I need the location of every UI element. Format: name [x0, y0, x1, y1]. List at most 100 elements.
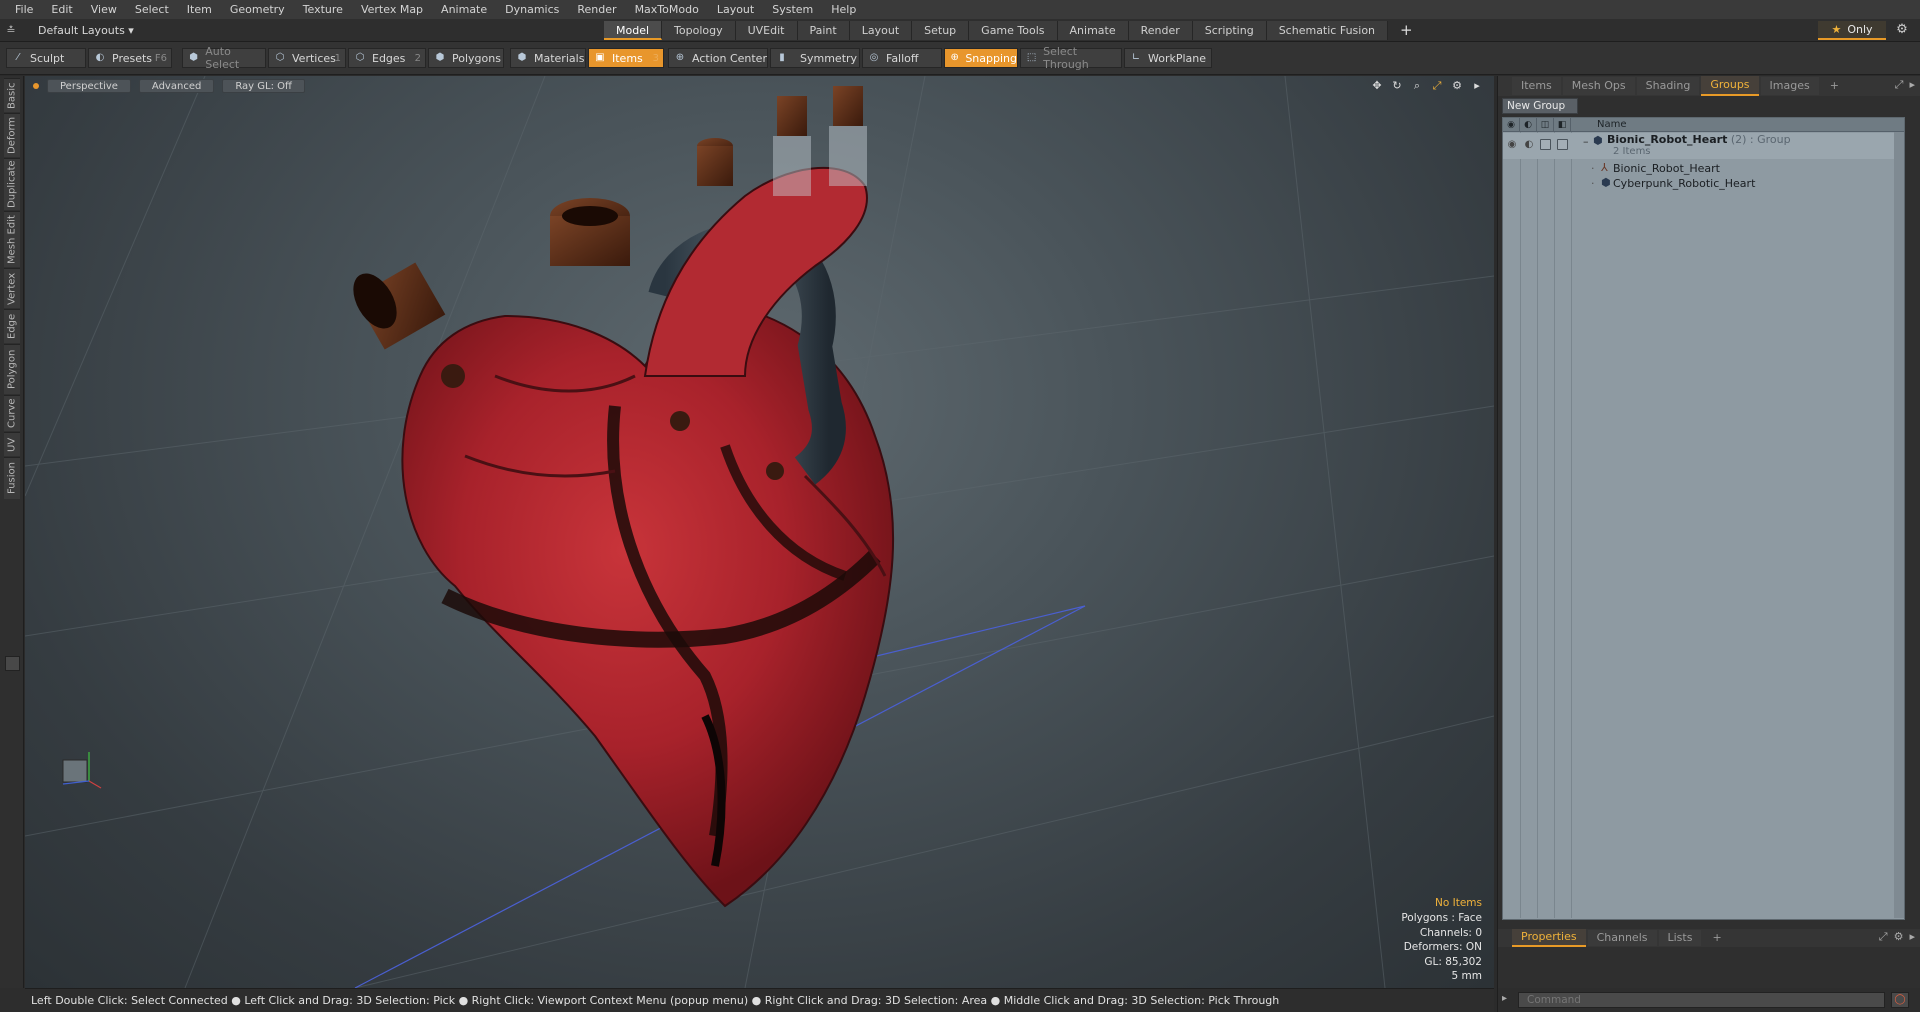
tab-animate[interactable]: Animate [1057, 21, 1129, 40]
tab-paint[interactable]: Paint [797, 21, 850, 40]
layouts-dropdown[interactable]: ≛ Default Layouts ▾ [4, 22, 133, 39]
tab-channels[interactable]: Channels [1587, 930, 1657, 946]
tab-items[interactable]: Items [1512, 77, 1561, 95]
gear-icon[interactable]: ⚙ [1894, 22, 1910, 38]
action-center-button[interactable]: ⊕ Action Center [668, 48, 768, 68]
pan-icon[interactable]: ✥ [1370, 79, 1384, 93]
group-row-child[interactable]: · ⅄ Bionic_Robot_Heart [1503, 161, 1904, 177]
menu-geometry[interactable]: Geometry [221, 0, 294, 19]
panel-arrow-icon[interactable]: ▸ [1909, 78, 1915, 92]
zoom-icon[interactable]: ⌕ [1410, 79, 1424, 93]
menu-system[interactable]: System [763, 0, 822, 19]
symmetry-button[interactable]: ▮ Symmetry [770, 48, 860, 68]
bottom-panel-expand-icon[interactable]: ⤢ [1879, 930, 1888, 944]
vtab-mesh-edit[interactable]: Mesh Edit [4, 211, 20, 267]
lock-column-icon[interactable]: ◫ [1537, 118, 1554, 132]
panel-toggle-button[interactable] [5, 656, 20, 671]
shading-dropdown[interactable]: Advanced [138, 79, 215, 93]
raygl-dropdown[interactable]: Ray GL: Off [222, 79, 305, 93]
viewport-expand-arrow-icon[interactable]: ▸ [1470, 79, 1484, 93]
command-history-arrow-icon[interactable]: ▸ [1502, 993, 1507, 1004]
menu-help[interactable]: Help [822, 0, 865, 19]
auto-select-button[interactable]: ⬢ Auto Select [182, 45, 266, 71]
items-button[interactable]: ▣ Items 3 [588, 48, 664, 68]
only-button[interactable]: ★ Only [1818, 21, 1886, 40]
groups-scrollbar[interactable] [1894, 132, 1904, 918]
vtab-basic[interactable]: Basic [4, 78, 20, 112]
collapse-toggle-icon[interactable]: – [1583, 135, 1589, 148]
menu-view[interactable]: View [82, 0, 126, 19]
tab-groups[interactable]: Groups [1701, 76, 1759, 96]
lock-checkbox[interactable] [1540, 139, 1551, 150]
tab-schematic-fusion[interactable]: Schematic Fusion [1266, 21, 1389, 40]
menu-vertex-map[interactable]: Vertex Map [352, 0, 432, 19]
vertices-button[interactable]: ⬡ Vertices 1 [268, 48, 346, 68]
name-column-header[interactable]: Name [1597, 118, 1627, 132]
menu-select[interactable]: Select [126, 0, 178, 19]
workplane-button[interactable]: ∟ WorkPlane [1124, 48, 1212, 68]
tab-model[interactable]: Model [604, 21, 663, 40]
menu-maxtomodo[interactable]: MaxToModo [626, 0, 708, 19]
visibility-eye-icon[interactable]: ◉ [1506, 140, 1518, 150]
tab-scripting[interactable]: Scripting [1192, 21, 1267, 40]
vtab-vertex[interactable]: Vertex [4, 268, 20, 308]
layout-switch-icon[interactable]: ≛ [4, 24, 18, 38]
polygons-button[interactable]: ⬢ Polygons [428, 48, 504, 68]
add-tab-plus-icon[interactable]: + [1388, 21, 1425, 40]
tab-game-tools[interactable]: Game Tools [969, 21, 1058, 40]
visibility-column-eye-icon[interactable]: ◉ [1503, 118, 1520, 132]
viewport-settings-icon[interactable]: ⚙ [1450, 79, 1464, 93]
select-checkbox[interactable] [1557, 139, 1568, 150]
tab-topology[interactable]: Topology [662, 21, 736, 40]
tab-render[interactable]: Render [1128, 21, 1193, 40]
viewport-options-dot-icon[interactable] [33, 83, 39, 89]
sculpt-button[interactable]: ⁄ Sculpt [6, 48, 86, 68]
panel-expand-icon[interactable]: ⤢ [1895, 78, 1904, 92]
menu-edit[interactable]: Edit [42, 0, 81, 19]
menu-file[interactable]: File [6, 0, 42, 19]
edges-button[interactable]: ⬡ Edges 2 [348, 48, 426, 68]
menu-animate[interactable]: Animate [432, 0, 496, 19]
group-row-parent[interactable]: ◉ ◐ – ⬢ Bionic_Robot_Heart (2) : Group 2… [1503, 133, 1904, 159]
menu-render[interactable]: Render [568, 0, 625, 19]
new-group-button[interactable]: New Group [1502, 98, 1578, 114]
tab-uvedit[interactable]: UVEdit [735, 21, 798, 40]
3d-viewport[interactable]: Perspective Advanced Ray GL: Off ✥ ↻ ⌕ ⤢… [25, 76, 1494, 988]
view-type-dropdown[interactable]: Perspective [47, 79, 131, 93]
vtab-duplicate[interactable]: Duplicate [4, 158, 20, 210]
select-column-icon[interactable]: ◧ [1554, 118, 1571, 132]
render-toggle-icon[interactable]: ◐ [1523, 140, 1535, 150]
presets-button[interactable]: ◐ Presets F6 [88, 48, 172, 68]
materials-button[interactable]: ⬢ Materials [510, 48, 586, 68]
menu-item[interactable]: Item [178, 0, 221, 19]
command-execute-icon[interactable]: ◯ [1891, 992, 1909, 1008]
add-panel-tab-plus-icon[interactable]: + [1821, 77, 1848, 95]
add-bottom-tab-plus-icon[interactable]: + [1703, 930, 1730, 946]
select-through-button[interactable]: ⬚ Select Through [1020, 45, 1122, 71]
fit-icon[interactable]: ⤢ [1430, 79, 1444, 93]
tab-layout[interactable]: Layout [849, 21, 913, 40]
command-input[interactable] [1518, 992, 1885, 1008]
menu-layout[interactable]: Layout [708, 0, 763, 19]
vtab-fusion[interactable]: Fusion [4, 457, 20, 499]
vtab-uv[interactable]: UV [4, 432, 20, 456]
rotate-icon[interactable]: ↻ [1390, 79, 1404, 93]
vtab-curve[interactable]: Curve [4, 395, 20, 431]
bottom-panel-arrow-icon[interactable]: ▸ [1909, 930, 1915, 944]
bottom-panel-gear-icon[interactable]: ⚙ [1894, 930, 1904, 944]
snapping-button[interactable]: ⊕ Snapping [944, 48, 1018, 68]
render-column-icon[interactable]: ◐ [1520, 118, 1537, 132]
vtab-deform[interactable]: Deform [4, 113, 20, 157]
tab-images[interactable]: Images [1760, 77, 1819, 95]
tab-setup[interactable]: Setup [912, 21, 970, 40]
vtab-polygon[interactable]: Polygon [4, 344, 20, 394]
vtab-edge[interactable]: Edge [4, 309, 20, 343]
menu-dynamics[interactable]: Dynamics [496, 0, 568, 19]
tab-lists[interactable]: Lists [1658, 930, 1702, 946]
menu-texture[interactable]: Texture [294, 0, 352, 19]
group-row-child[interactable]: · ⬢ Cyberpunk_Robotic_Heart [1503, 176, 1904, 192]
tab-shading[interactable]: Shading [1636, 77, 1700, 95]
tab-mesh-ops[interactable]: Mesh Ops [1562, 77, 1635, 95]
falloff-button[interactable]: ◎ Falloff [862, 48, 942, 68]
tab-properties[interactable]: Properties [1512, 929, 1586, 947]
